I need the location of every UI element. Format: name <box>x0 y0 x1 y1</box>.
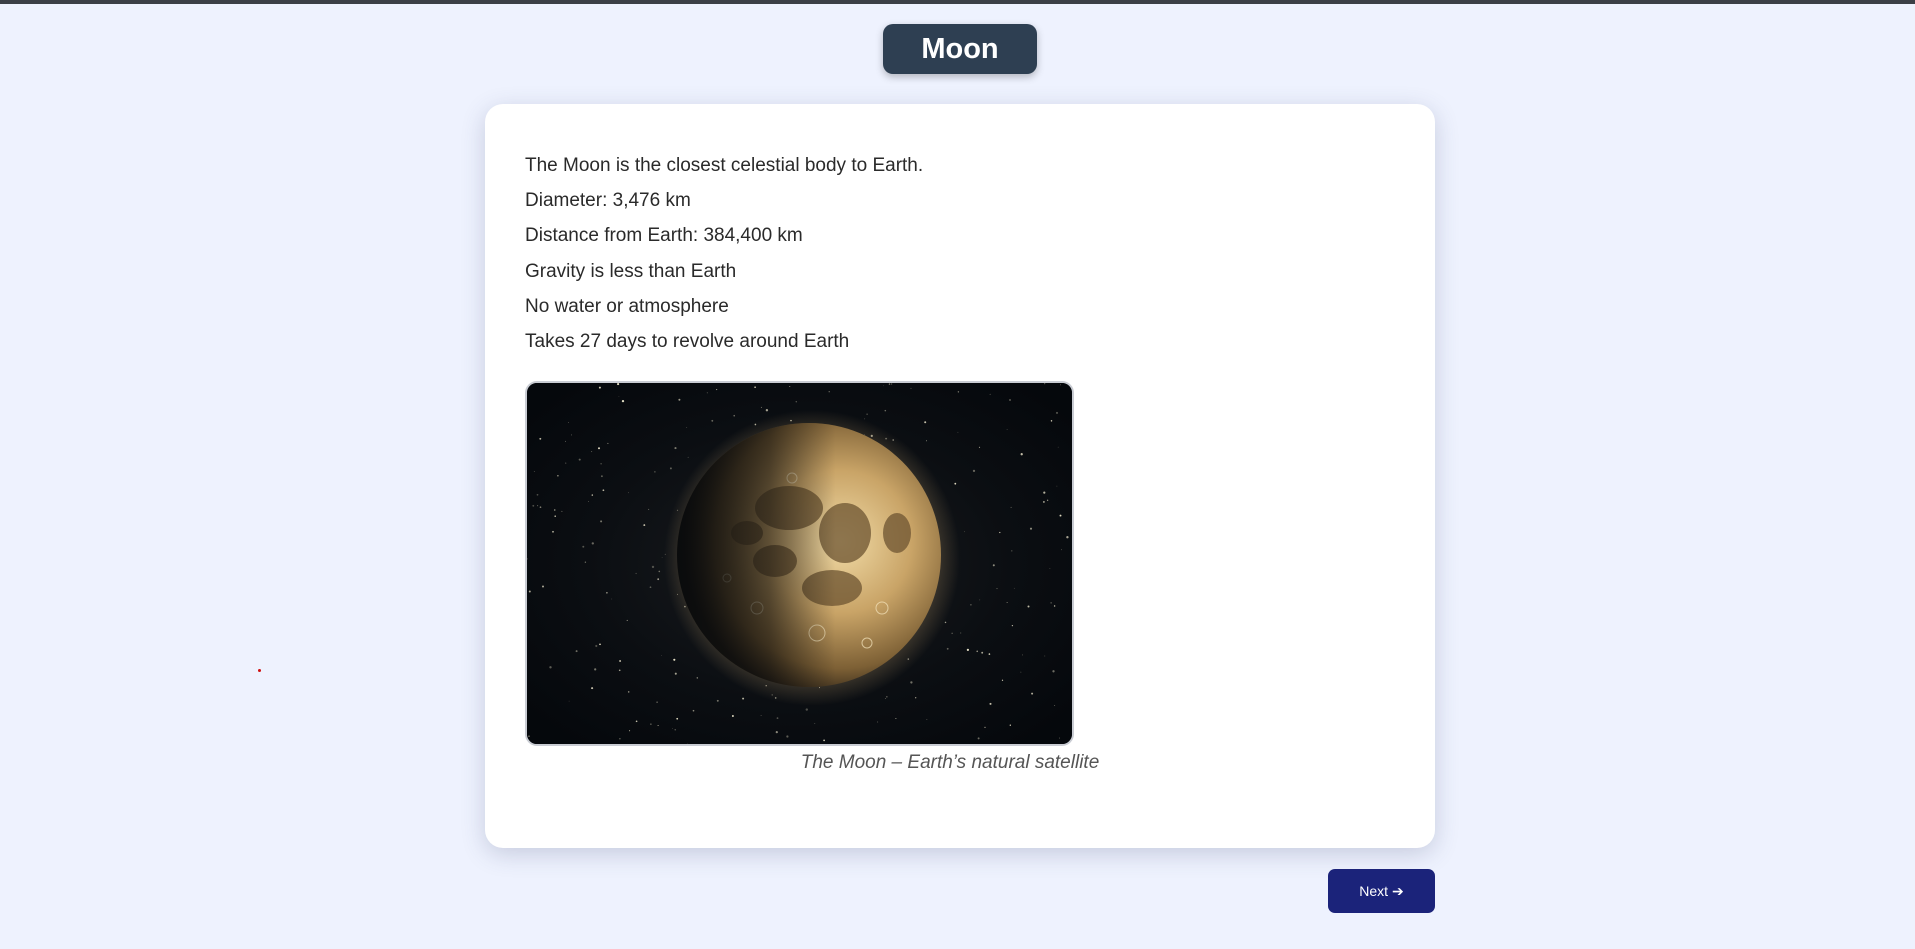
fact-item: Diameter: 3,476 km <box>525 190 691 212</box>
facts-list: The Moon is the closest celestial body t… <box>525 148 923 359</box>
moon-image <box>525 381 1074 746</box>
moon-photo-icon <box>527 383 1072 744</box>
fact-item: No water or atmosphere <box>525 295 729 317</box>
content-card: The Moon is the closest celestial body t… <box>485 104 1435 848</box>
fact-item: Takes 27 days to revolve around Earth <box>525 330 850 352</box>
next-button-label: Next <box>1359 883 1389 899</box>
next-button[interactable]: Next ➔ <box>1328 869 1435 913</box>
fact-item: Gravity is less than Earth <box>525 260 737 282</box>
image-caption: The Moon – Earth’s natural satellite <box>485 752 1435 774</box>
fact-item: The Moon is the closest celestial body t… <box>525 155 924 176</box>
image-caption-text: The Moon – Earth’s natural satellite <box>800 752 1100 773</box>
fact-item: Distance from Earth: 384,400 km <box>525 225 803 247</box>
page-title-text: Moon <box>921 32 999 65</box>
cursor-dot <box>258 669 261 672</box>
page-title: Moon <box>883 24 1037 74</box>
top-border <box>0 0 1915 4</box>
arrow-right-icon: ➔ <box>1392 882 1404 899</box>
